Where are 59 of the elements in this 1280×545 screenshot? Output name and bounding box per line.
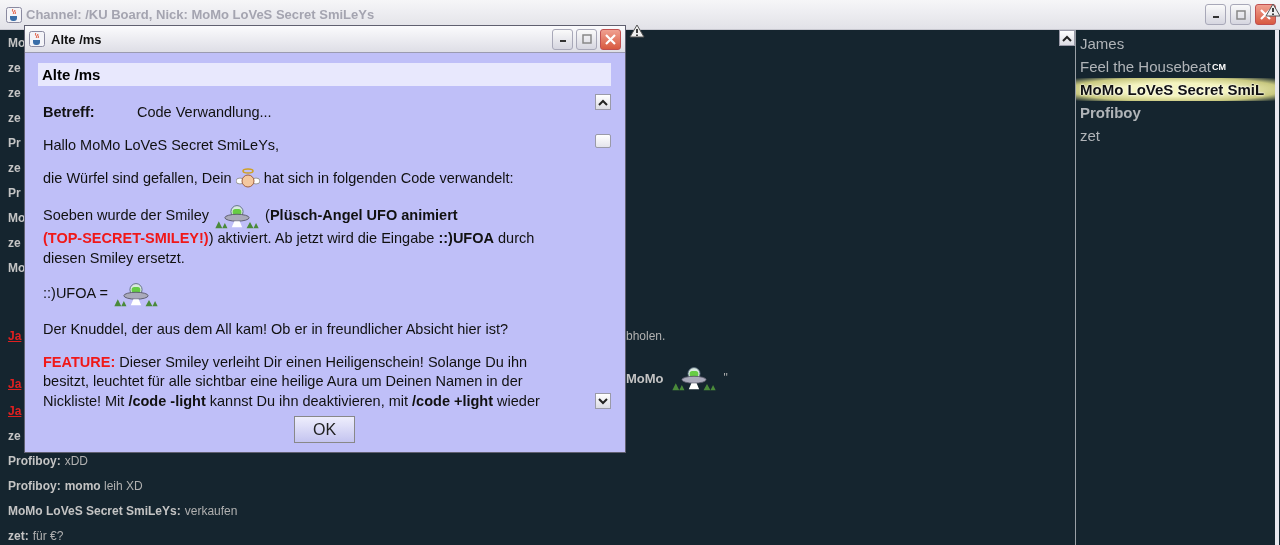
chat-nick: Profiboy: (8, 453, 61, 468)
nick-list-item[interactable]: zet (1076, 124, 1275, 147)
scroll-down-button[interactable] (594, 393, 611, 409)
subject-label: Betreff: (43, 103, 96, 122)
angel-smiley-icon (235, 168, 260, 190)
message-paragraph: die Würfel sind gefallen, Dein hat sich in folgenden Code verwandelt: (43, 168, 570, 190)
warning-icon (1265, 3, 1280, 17)
chat-message: xDD (64, 453, 88, 468)
caret-up-icon (597, 98, 608, 106)
close-icon (605, 33, 616, 45)
chat-nick: Pr (8, 135, 21, 150)
nick-list-item[interactable]: Feel the HousebeatCM (1076, 55, 1275, 78)
chat-nick: Profiboy: (8, 478, 61, 493)
caret-down-icon (597, 397, 608, 405)
dialog-minimize-button[interactable] (552, 28, 573, 50)
dialog-title: Alte /ms (51, 31, 103, 47)
chat-nick: Mo (8, 210, 26, 225)
ok-button[interactable]: OK (294, 416, 355, 443)
caret-up-icon (1062, 34, 1072, 42)
maximize-icon (581, 34, 592, 44)
window-title: Channel: /KU Board, Nick: MoMo LoVeS Secret SmiLeYs (26, 7, 376, 22)
java-cup-icon (29, 31, 45, 47)
chat-message: verkaufen (184, 503, 238, 518)
scroll-up-button[interactable] (594, 94, 611, 110)
rank-label: CM (1211, 61, 1226, 72)
chat-nick: zet: (8, 528, 29, 543)
subject-text: Code Verwandlung... (137, 103, 273, 122)
chat-message: MoMo (626, 370, 664, 386)
message-paragraph: Der Knuddel, der aus dem All kam! Ob er in freundlicher Absicht hier ist? (43, 320, 510, 339)
message-paragraph: FEATURE: Dieser Smiley verleiht Dir einen Heiligenschein! Solange Du ihn besitzt, leuchtet für alle sichtbar eine heilige Aura um Deinen Namen in der Nickliste! Mit /code -light kannst Du ihn deaktivieren, mit /code +light wieder (43, 352, 541, 411)
warning-icon (629, 24, 645, 38)
chat-message: momo leih XD (64, 478, 143, 493)
window-minimize-button[interactable] (1205, 4, 1226, 25)
maximize-icon (1235, 9, 1246, 20)
message-paragraph: Hallo MoMo LoVeS Secret SmiLeYs, (43, 135, 281, 155)
java-cup-icon (6, 6, 22, 23)
nick-list-item[interactable]: James (1076, 32, 1275, 55)
scroll-up-button[interactable] (1059, 30, 1075, 46)
chat-message: für €? (32, 528, 64, 543)
chat-nick: MoMo LoVeS Secret SmiLeYs: (8, 503, 181, 518)
scroll-thumb[interactable] (594, 134, 611, 148)
nick-list-item[interactable]: Profiboy (1076, 101, 1275, 124)
message-header: Alte /ms (38, 63, 611, 86)
nick-list-item[interactable]: MoMo LoVeS Secret SmiL (1076, 78, 1275, 101)
message-paragraph: Soeben wurde der Smiley (Plüsch-Angel UFO animiert (TOP-SECRET-SMILEY!)) aktiviert. Ab jetzt wird die Eingabe ::)UFOA durch diesen Smiley ersetzt. (43, 203, 570, 268)
chat-nick: ze (8, 85, 21, 100)
chat-nick: ze (8, 235, 21, 250)
message-paragraph: ::)UFOA = (43, 281, 570, 307)
close-icon (1260, 9, 1271, 20)
chat-nick: ze (8, 110, 21, 125)
chat-nick: ze (8, 60, 21, 75)
chat-nick: Pr (8, 185, 21, 200)
dialog-close-button[interactable] (600, 28, 621, 50)
chat-nick: Mo (8, 35, 26, 50)
chat-message: " (723, 371, 728, 385)
chat-nick: ze (8, 160, 21, 175)
chat-nick: Mo (8, 260, 26, 275)
chat-nick: ze (8, 428, 21, 443)
chat-message: bholen. (626, 328, 666, 343)
